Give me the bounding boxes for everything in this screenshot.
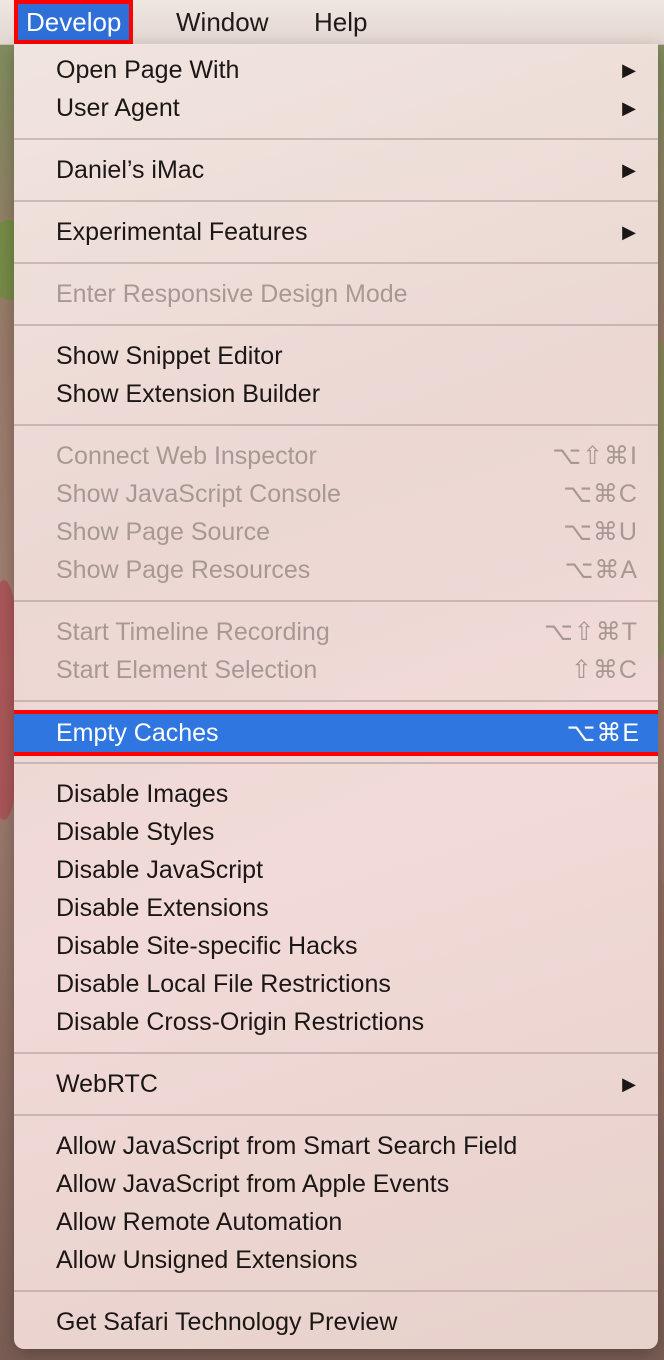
menu-item-shortcut: ⇧⌘C <box>570 656 638 684</box>
menu-item-label: Disable Site-specific Hacks <box>56 932 358 960</box>
menubar-develop[interactable]: Develop <box>14 0 134 44</box>
menu-item-show-page-resources: Show Page Resources ⌥⌘A <box>14 551 658 589</box>
menu-separator <box>14 1052 658 1054</box>
menu-item-allow-js-apple-events[interactable]: Allow JavaScript from Apple Events <box>14 1165 658 1203</box>
submenu-arrow-icon: ▶ <box>622 222 636 242</box>
menu-item-allow-unsigned-extensions[interactable]: Allow Unsigned Extensions <box>14 1241 658 1279</box>
menu-item-experimental-features[interactable]: Experimental Features ▶ <box>14 213 658 251</box>
menu-item-show-page-source: Show Page Source ⌥⌘U <box>14 513 658 551</box>
menu-separator <box>14 700 658 702</box>
menu-item-get-safari-tech-preview[interactable]: Get Safari Technology Preview <box>14 1303 658 1341</box>
menu-item-label: Daniel’s iMac <box>56 156 205 184</box>
menu-item-label: Disable Cross-Origin Restrictions <box>56 1008 425 1036</box>
submenu-arrow-icon: ▶ <box>622 1074 636 1094</box>
menu-separator <box>14 1290 658 1292</box>
menu-item-disable-extensions[interactable]: Disable Extensions <box>14 889 658 927</box>
menu-item-label: Allow JavaScript from Smart Search Field <box>56 1132 518 1160</box>
menubar-window[interactable]: Window <box>164 0 280 44</box>
menu-item-disable-site-hacks[interactable]: Disable Site-specific Hacks <box>14 927 658 965</box>
menu-item-allow-remote-automation[interactable]: Allow Remote Automation <box>14 1203 658 1241</box>
menu-item-label: Get Safari Technology Preview <box>56 1308 398 1336</box>
menu-item-show-extension-builder[interactable]: Show Extension Builder <box>14 375 658 413</box>
submenu-arrow-icon: ▶ <box>622 60 636 80</box>
menu-item-shortcut: ⌥⌘C <box>563 480 638 508</box>
menu-item-start-element-selection: Start Element Selection ⇧⌘C <box>14 651 658 689</box>
menu-separator <box>14 138 658 140</box>
menu-separator <box>14 1114 658 1116</box>
submenu-arrow-icon: ▶ <box>622 98 636 118</box>
menu-item-webrtc[interactable]: WebRTC ▶ <box>14 1065 658 1103</box>
menu-item-label: Open Page With <box>56 56 240 84</box>
menu-item-label: Disable Extensions <box>56 894 269 922</box>
menu-item-shortcut: ⌥⇧⌘I <box>552 442 638 470</box>
menu-item-label: Disable Local File Restrictions <box>56 970 391 998</box>
menu-item-label: Disable Images <box>56 780 229 808</box>
menu-item-label: Start Element Selection <box>56 656 318 684</box>
menu-separator <box>14 762 658 764</box>
menu-item-label: Show Page Resources <box>56 556 311 584</box>
menu-item-show-snippet-editor[interactable]: Show Snippet Editor <box>14 337 658 375</box>
menu-item-label: Start Timeline Recording <box>56 618 330 646</box>
menu-separator <box>14 600 658 602</box>
menu-item-empty-caches[interactable]: Empty Caches ⌥⌘E <box>14 710 658 756</box>
develop-menu: Open Page With ▶ User Agent ▶ Daniel’s i… <box>14 44 658 1349</box>
menu-item-label: Connect Web Inspector <box>56 442 317 470</box>
menu-item-disable-styles[interactable]: Disable Styles <box>14 813 658 851</box>
menu-item-start-timeline-recording: Start Timeline Recording ⌥⇧⌘T <box>14 613 658 651</box>
menu-item-allow-js-smart-search[interactable]: Allow JavaScript from Smart Search Field <box>14 1127 658 1165</box>
menu-separator <box>14 200 658 202</box>
menu-item-label: Show Page Source <box>56 518 271 546</box>
menu-item-disable-javascript[interactable]: Disable JavaScript <box>14 851 658 889</box>
menu-item-shortcut: ⌥⇧⌘T <box>543 618 638 646</box>
menu-separator <box>14 262 658 264</box>
menu-item-disable-local-file-restrictions[interactable]: Disable Local File Restrictions <box>14 965 658 1003</box>
menu-item-label: WebRTC <box>56 1070 158 1098</box>
menu-item-open-page-with[interactable]: Open Page With ▶ <box>14 51 658 89</box>
submenu-arrow-icon: ▶ <box>622 160 636 180</box>
menu-item-label: Allow Remote Automation <box>56 1208 343 1236</box>
menu-item-label: Show Extension Builder <box>56 380 321 408</box>
menu-item-label: Experimental Features <box>56 218 308 246</box>
menu-item-label: Show Snippet Editor <box>56 342 283 370</box>
menu-item-label: Allow JavaScript from Apple Events <box>56 1170 450 1198</box>
menu-item-daniels-imac[interactable]: Daniel’s iMac ▶ <box>14 151 658 189</box>
menubar-help[interactable]: Help <box>302 0 379 44</box>
menu-item-label: Disable Styles <box>56 818 215 846</box>
menu-item-connect-web-inspector: Connect Web Inspector ⌥⇧⌘I <box>14 437 658 475</box>
menu-item-label: Enter Responsive Design Mode <box>56 280 408 308</box>
menu-item-label: Empty Caches <box>56 719 219 747</box>
menu-item-label: Show JavaScript Console <box>56 480 341 508</box>
menu-item-label: User Agent <box>56 94 180 122</box>
menu-bar: Develop Window Help <box>0 0 664 45</box>
menu-item-label: Allow Unsigned Extensions <box>56 1246 358 1274</box>
menu-item-disable-images[interactable]: Disable Images <box>14 775 658 813</box>
menu-item-shortcut: ⌥⌘A <box>564 556 638 584</box>
menu-item-shortcut: ⌥⌘U <box>563 518 638 546</box>
menu-item-disable-cross-origin-restrictions[interactable]: Disable Cross-Origin Restrictions <box>14 1003 658 1041</box>
menu-item-show-js-console: Show JavaScript Console ⌥⌘C <box>14 475 658 513</box>
menu-item-label: Disable JavaScript <box>56 856 264 884</box>
menu-item-shortcut: ⌥⌘E <box>566 719 640 747</box>
menu-separator <box>14 324 658 326</box>
menu-separator <box>14 424 658 426</box>
menu-item-user-agent[interactable]: User Agent ▶ <box>14 89 658 127</box>
menu-item-responsive-design-mode: Enter Responsive Design Mode <box>14 275 658 313</box>
